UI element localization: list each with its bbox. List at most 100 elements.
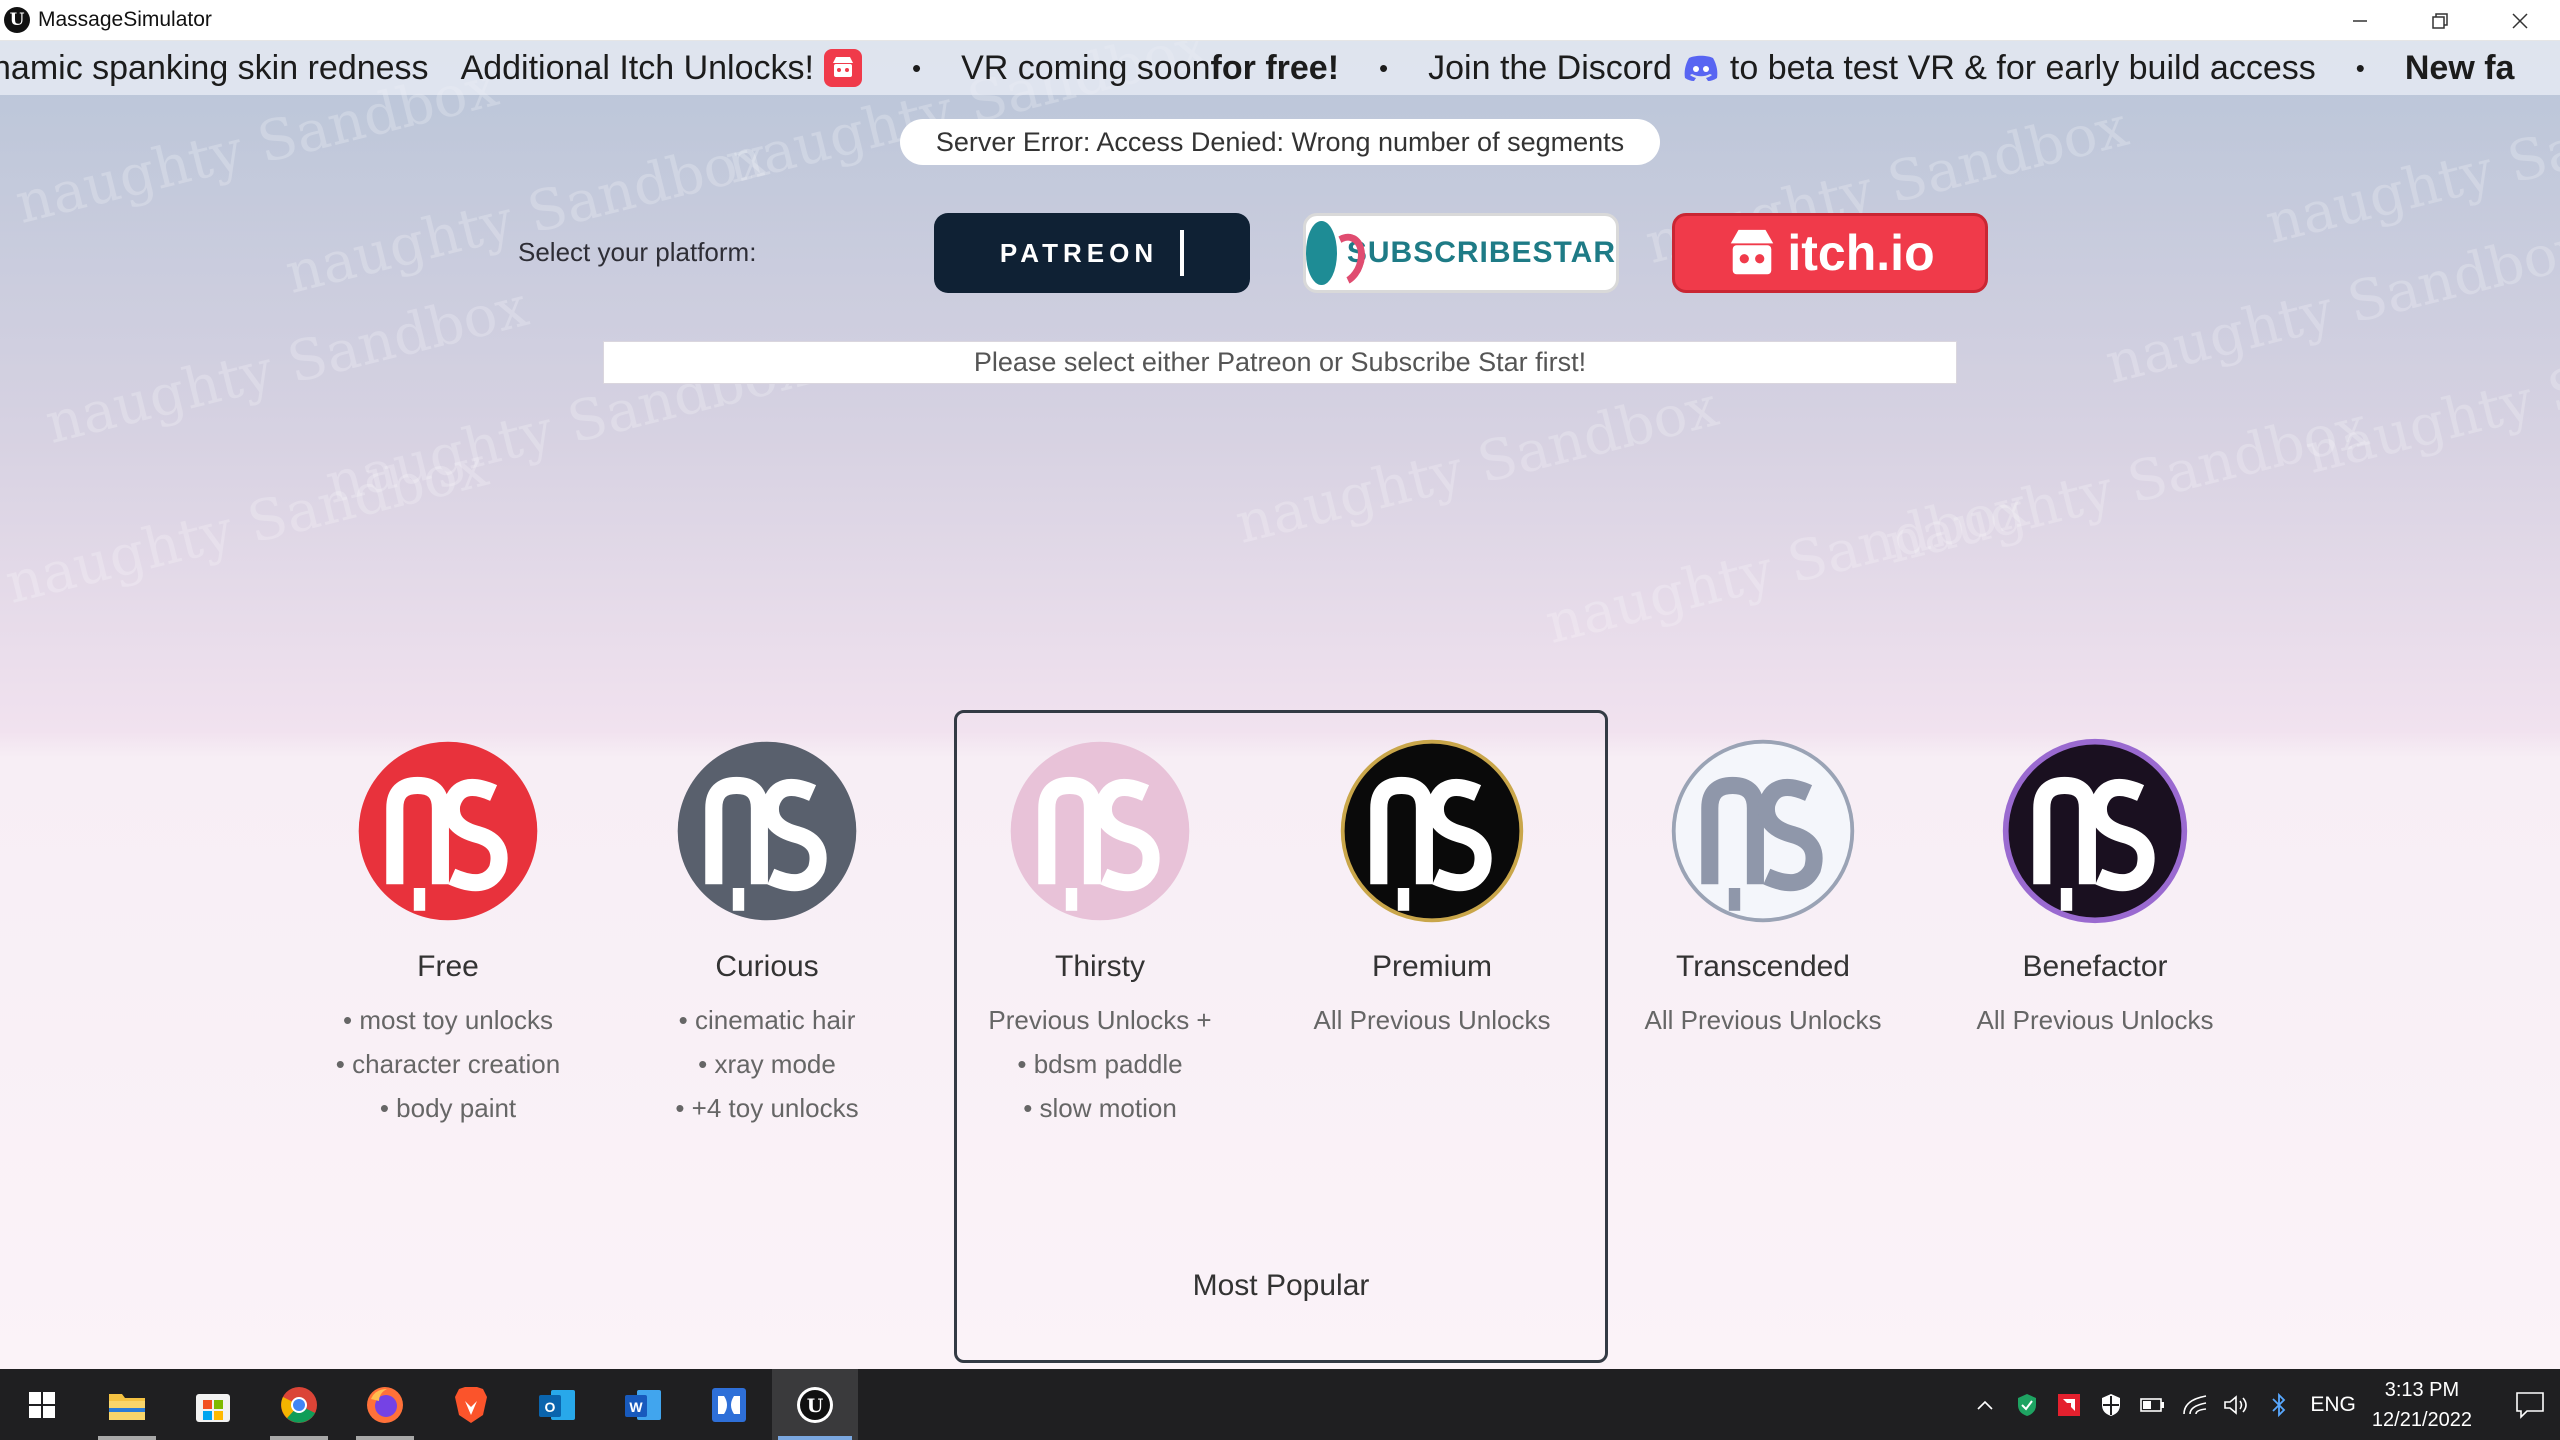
tier-features: All Previous Unlocks: [1930, 998, 2260, 1042]
tray-volume[interactable]: [2216, 1369, 2258, 1440]
taskbar-chrome[interactable]: [256, 1369, 342, 1440]
bluetooth-icon: [2272, 1392, 2286, 1417]
chrome-icon: [281, 1386, 317, 1423]
taskbar-store[interactable]: [170, 1369, 256, 1440]
svg-text:U: U: [807, 1395, 824, 1417]
most-popular-label: Most Popular: [1192, 1269, 1370, 1302]
taskbar-brave[interactable]: [428, 1369, 514, 1440]
taskbar-clock[interactable]: 3:13 PM 12/21/2022: [2372, 1375, 2472, 1435]
platform-label: Select your platform:: [518, 237, 757, 267]
tray-battery[interactable]: [2132, 1369, 2174, 1440]
watermark: naughty Sandbox: [2099, 214, 2560, 397]
start-button[interactable]: [0, 1369, 84, 1440]
ticker-item: Join the Discord: [1428, 48, 1672, 87]
tier-feature: All Previous Unlocks: [1644, 1005, 1882, 1035]
watermark: naughty Sandbox: [1229, 374, 1725, 557]
amd-icon: [2058, 1393, 2081, 1416]
itchio-logo-icon: [1731, 229, 1774, 275]
taskbar-unreal-engine[interactable]: U: [772, 1369, 858, 1440]
watermark: naughty Sandbox: [2299, 304, 2560, 487]
watermark: naughty Sandbox: [2259, 74, 2560, 257]
tier-name: Free: [417, 950, 479, 983]
ticker-item: Additional Itch Unlocks!: [460, 48, 814, 87]
tier-feature: • body paint: [379, 1093, 517, 1123]
action-center-button[interactable]: [2500, 1369, 2560, 1440]
minimize-button[interactable]: [2320, 0, 2400, 41]
taskbar-outlook[interactable]: O: [514, 1369, 600, 1440]
shield-icon: [2102, 1393, 2121, 1416]
tier-feature: • xray mode: [698, 1049, 836, 1079]
store-icon: [196, 1393, 230, 1422]
ticker-item: to beta test VR & for early build access: [1729, 48, 2316, 87]
windows-icon: [29, 1391, 55, 1418]
platform-hint: Please select either Patreon or Subscrib…: [603, 341, 1957, 384]
game-viewport: naughty Sandbox naughty Sandbox naughty …: [0, 41, 2560, 1369]
watermark: naughty Sandbox: [279, 124, 775, 307]
tier-transcended[interactable]: Transcended All Previous Unlocks: [1598, 736, 1928, 1042]
ticker-separator: •: [1379, 52, 1389, 83]
clock-date: 12/21/2022: [2371, 1408, 2472, 1431]
server-error-message: Server Error: Access Denied: Wrong numbe…: [900, 119, 1660, 165]
naughty-sandbox-logo-icon: [1340, 739, 1524, 923]
tier-free[interactable]: Free • most toy unlocks • character crea…: [283, 736, 613, 1130]
window-controls: [2320, 0, 2560, 41]
itchio-button[interactable]: itch.io: [1672, 213, 1988, 293]
close-button[interactable]: [2480, 0, 2560, 41]
title-bar: U MassageSimulator: [0, 0, 2560, 41]
ticker-item: New fa: [2404, 48, 2515, 87]
ticker-separator: •: [911, 52, 922, 83]
restore-button[interactable]: [2400, 0, 2480, 41]
unreal-engine-icon: U: [4, 7, 30, 33]
tray-wifi[interactable]: [2174, 1369, 2216, 1440]
minimize-icon: [2353, 19, 2367, 22]
tier-name: Thirsty: [1055, 950, 1145, 983]
tier-feature: • cinematic hair: [678, 1005, 856, 1035]
tier-feature: • most toy unlocks: [343, 1005, 553, 1035]
itchio-label: itch.io: [1787, 225, 1935, 281]
show-hidden-icons-button[interactable]: [1964, 1369, 2006, 1440]
taskbar-word[interactable]: W: [600, 1369, 686, 1440]
subscribestar-logo-icon: [1306, 221, 1337, 285]
tray-defender[interactable]: [2090, 1369, 2132, 1440]
news-ticker: namic spanking skin redness Additional I…: [0, 41, 2560, 95]
speaker-icon: [2224, 1394, 2248, 1415]
tray-bluetooth[interactable]: [2258, 1369, 2300, 1440]
tier-name: Premium: [1371, 950, 1492, 983]
tier-feature: All Previous Unlocks: [1313, 1005, 1551, 1035]
taskbar-file-explorer[interactable]: [84, 1369, 170, 1440]
naughty-sandbox-logo-icon: [677, 741, 857, 921]
tray-security[interactable]: [2006, 1369, 2048, 1440]
tier-features: • cinematic hair • xray mode • +4 toy un…: [602, 998, 932, 1130]
tier-thirsty[interactable]: Thirsty Previous Unlocks + • bdsm paddle…: [935, 736, 1265, 1130]
brave-icon: [455, 1386, 487, 1423]
clock-time: 3:13 PM: [2384, 1378, 2460, 1401]
tier-feature: Previous Unlocks +: [988, 1005, 1212, 1035]
tier-feature: All Previous Unlocks: [1976, 1005, 2214, 1035]
watermark: naughty Sandbox: [0, 434, 495, 617]
taskbar-firefox[interactable]: [342, 1369, 428, 1440]
tier-benefactor[interactable]: Benefactor All Previous Unlocks: [1930, 736, 2260, 1042]
tray-amd[interactable]: [2048, 1369, 2090, 1440]
wifi-icon: [2183, 1394, 2207, 1414]
ticker-item: namic spanking skin redness: [0, 48, 429, 87]
naughty-sandbox-logo-icon: [1671, 739, 1855, 923]
tier-name: Transcended: [1676, 950, 1850, 983]
naughty-sandbox-logo-icon: [1010, 741, 1190, 921]
taskbar-dolby[interactable]: [686, 1369, 772, 1440]
unreal-engine-icon: U: [797, 1386, 833, 1423]
tier-curious[interactable]: Curious • cinematic hair • xray mode • +…: [602, 736, 932, 1130]
windows-taskbar: O W U ENG 3:13 PM 12/21/2022: [0, 1369, 2560, 1440]
watermark: naughty Sandbox: [1539, 474, 2035, 657]
language-indicator[interactable]: ENG: [2310, 1393, 2356, 1417]
tier-premium[interactable]: Premium All Previous Unlocks: [1267, 736, 1597, 1042]
subscribestar-button[interactable]: SUBSCRIBESTAR: [1303, 213, 1619, 293]
subscribestar-label: SUBSCRIBESTAR: [1346, 236, 1616, 269]
folder-icon: [109, 1393, 145, 1420]
ticker-item: VR coming soon: [961, 48, 1211, 87]
svg-text:W: W: [629, 1399, 643, 1415]
itchio-icon: [823, 49, 862, 87]
patreon-button[interactable]: PATREON: [934, 213, 1250, 293]
tier-feature: • bdsm paddle: [1017, 1049, 1183, 1079]
tier-feature: • character creation: [335, 1049, 561, 1079]
tier-feature: • slow motion: [1023, 1093, 1177, 1123]
